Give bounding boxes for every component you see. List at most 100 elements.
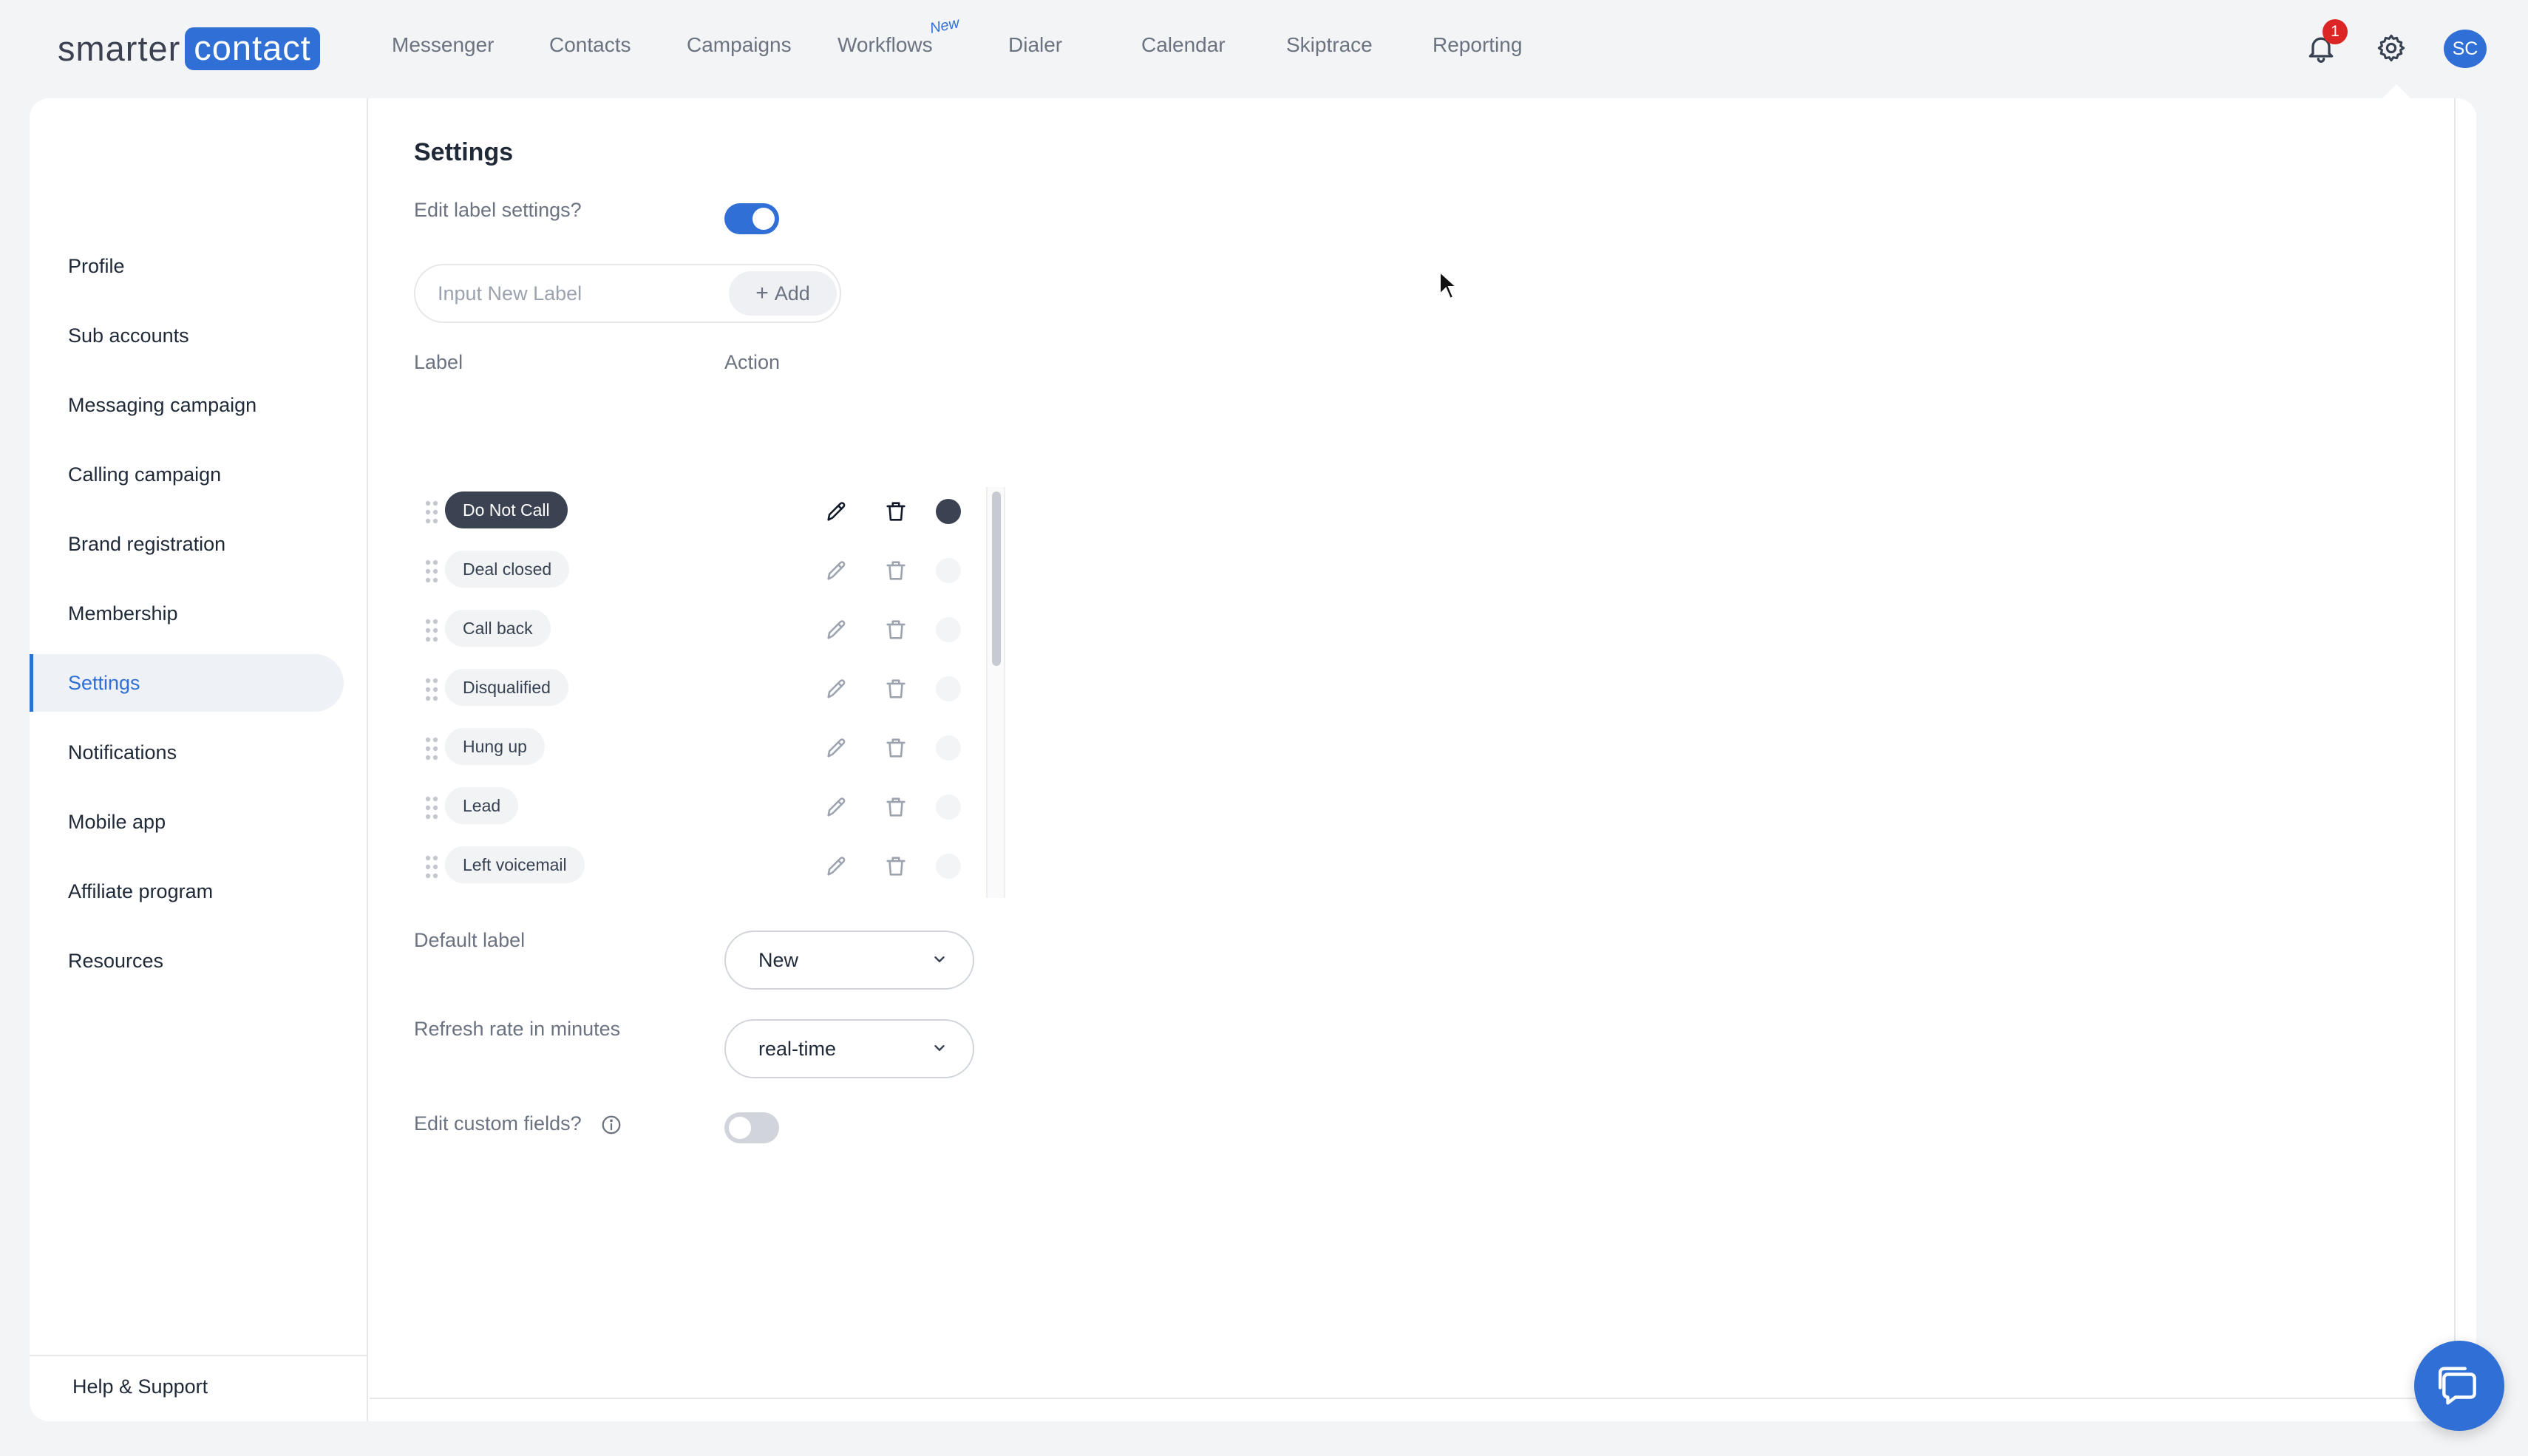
label-chip[interactable]: Hung up: [445, 728, 545, 765]
label-color-dot[interactable]: [936, 499, 961, 524]
sidebar-item-settings[interactable]: Settings: [30, 654, 344, 712]
label-color-dot[interactable]: [936, 676, 961, 701]
edit-custom-fields-caption: Edit custom fields?: [414, 1112, 582, 1134]
trash-icon[interactable]: [883, 676, 908, 701]
trash-icon[interactable]: [883, 617, 908, 642]
trash-icon[interactable]: [883, 795, 908, 820]
column-header-label: Label: [414, 351, 463, 373]
label-row: Deal closed: [414, 546, 1005, 605]
nav-messenger[interactable]: Messenger: [392, 33, 495, 63]
default-label-select[interactable]: New: [724, 931, 974, 990]
label-chip[interactable]: Lead: [445, 787, 519, 824]
sidebar-item-affiliate-program[interactable]: Affiliate program: [30, 863, 344, 920]
drag-handle-icon[interactable]: [424, 854, 439, 880]
right-panel-edge: [2454, 98, 2476, 1421]
toggle-knob: [752, 208, 775, 230]
trash-icon[interactable]: [883, 499, 908, 524]
label-chip[interactable]: Do Not Call: [445, 491, 568, 528]
pencil-icon[interactable]: [824, 735, 849, 761]
gear-icon[interactable]: [2376, 33, 2407, 64]
settings-menu-pointer: [2382, 84, 2411, 99]
info-icon[interactable]: [600, 1114, 622, 1136]
label-color-dot[interactable]: [936, 558, 961, 583]
content-bottom-edge: [370, 1398, 2454, 1421]
label-chip[interactable]: Disqualified: [445, 669, 568, 706]
pencil-icon[interactable]: [824, 854, 849, 879]
drag-handle-icon[interactable]: [424, 558, 439, 585]
nav-workflows-new-badge: New: [928, 15, 961, 37]
label-row: Left voicemail: [414, 842, 1005, 901]
sidebar-item-membership[interactable]: Membership: [30, 585, 344, 642]
notification-count-badge: 1: [2323, 19, 2348, 44]
settings-sidebar: Profile Sub accounts Messaging campaign …: [30, 98, 368, 1421]
nav-skiptrace[interactable]: Skiptrace: [1286, 33, 1373, 63]
nav-contacts[interactable]: Contacts: [549, 33, 631, 63]
pencil-icon[interactable]: [824, 795, 849, 820]
sidebar-item-mobile-app[interactable]: Mobile app: [30, 793, 344, 851]
nav-dialer[interactable]: Dialer: [1008, 33, 1062, 63]
drag-handle-icon[interactable]: [424, 676, 439, 703]
drag-handle-icon[interactable]: [424, 795, 439, 821]
refresh-rate-caption: Refresh rate in minutes: [414, 1018, 621, 1040]
label-list-scrollbar[interactable]: [986, 487, 1005, 898]
edit-label-settings-toggle[interactable]: [724, 203, 779, 234]
label-color-dot[interactable]: [936, 854, 961, 879]
sidebar-item-brand-registration[interactable]: Brand registration: [30, 515, 344, 573]
edit-custom-fields-toggle[interactable]: [724, 1112, 779, 1143]
nav-reporting[interactable]: Reporting: [1433, 33, 1522, 63]
drag-handle-icon[interactable]: [424, 499, 439, 525]
default-label-value: New: [758, 949, 799, 971]
label-row: Lead: [414, 783, 1005, 842]
chat-launcher-button[interactable]: [2414, 1341, 2504, 1431]
sidebar-item-messaging-campaign[interactable]: Messaging campaign: [30, 376, 344, 434]
pencil-icon[interactable]: [824, 499, 849, 524]
new-label-input-group: +Add: [414, 264, 841, 323]
pencil-icon[interactable]: [824, 617, 849, 642]
pencil-icon[interactable]: [824, 676, 849, 701]
help-support-link[interactable]: Help & Support: [72, 1375, 208, 1398]
logo-text-contact: contact: [185, 27, 320, 70]
sidebar-footer: Help & Support: [30, 1355, 368, 1421]
label-color-dot[interactable]: [936, 617, 961, 642]
sidebar-item-resources[interactable]: Resources: [30, 932, 344, 990]
label-chip[interactable]: Deal closed: [445, 551, 570, 588]
mouse-cursor-icon: [1439, 271, 1458, 300]
nav-campaigns[interactable]: Campaigns: [687, 33, 792, 63]
label-row: Do Not Call: [414, 487, 1005, 546]
settings-card: Profile Sub accounts Messaging campaign …: [30, 98, 2476, 1421]
edit-label-settings-caption: Edit label settings?: [414, 199, 582, 221]
label-chip[interactable]: Call back: [445, 610, 551, 647]
page-title: Settings: [414, 138, 514, 166]
column-header-action: Action: [724, 351, 781, 373]
chat-icon: [2438, 1367, 2476, 1405]
toggle-knob: [729, 1117, 751, 1139]
sidebar-item-sub-accounts[interactable]: Sub accounts: [30, 307, 344, 364]
add-label-button[interactable]: + Add: [729, 271, 837, 316]
label-row: Disqualified: [414, 664, 1005, 724]
trash-icon[interactable]: [883, 735, 908, 761]
label-color-dot[interactable]: [936, 735, 961, 761]
label-chip[interactable]: Left voicemail: [445, 846, 585, 883]
drag-handle-icon[interactable]: [424, 617, 439, 644]
add-label-button-text: Add: [774, 282, 810, 305]
refresh-rate-select[interactable]: real-time: [724, 1019, 974, 1078]
drag-handle-icon[interactable]: [424, 735, 439, 762]
new-label-input[interactable]: [438, 276, 718, 311]
sidebar-item-profile[interactable]: Profile: [30, 237, 344, 295]
logo-text-smarter: smarter: [58, 29, 181, 68]
trash-icon[interactable]: [883, 854, 908, 879]
nav-calendar[interactable]: Calendar: [1141, 33, 1226, 63]
nav-workflows[interactable]: Workflows: [837, 33, 933, 63]
chevron-down-icon: [934, 1045, 945, 1051]
user-avatar[interactable]: SC: [2444, 30, 2487, 68]
scrollbar-thumb[interactable]: [992, 491, 1001, 666]
trash-icon[interactable]: [883, 558, 908, 583]
pencil-icon[interactable]: [824, 558, 849, 583]
label-color-dot[interactable]: [936, 795, 961, 820]
default-label-caption: Default label: [414, 929, 526, 951]
smartercontact-logo[interactable]: smarter contact: [58, 27, 320, 70]
label-row: Hung up: [414, 724, 1005, 783]
sidebar-item-notifications[interactable]: Notifications: [30, 724, 344, 781]
sidebar-item-calling-campaign[interactable]: Calling campaign: [30, 446, 344, 503]
plus-icon: +: [755, 281, 769, 305]
